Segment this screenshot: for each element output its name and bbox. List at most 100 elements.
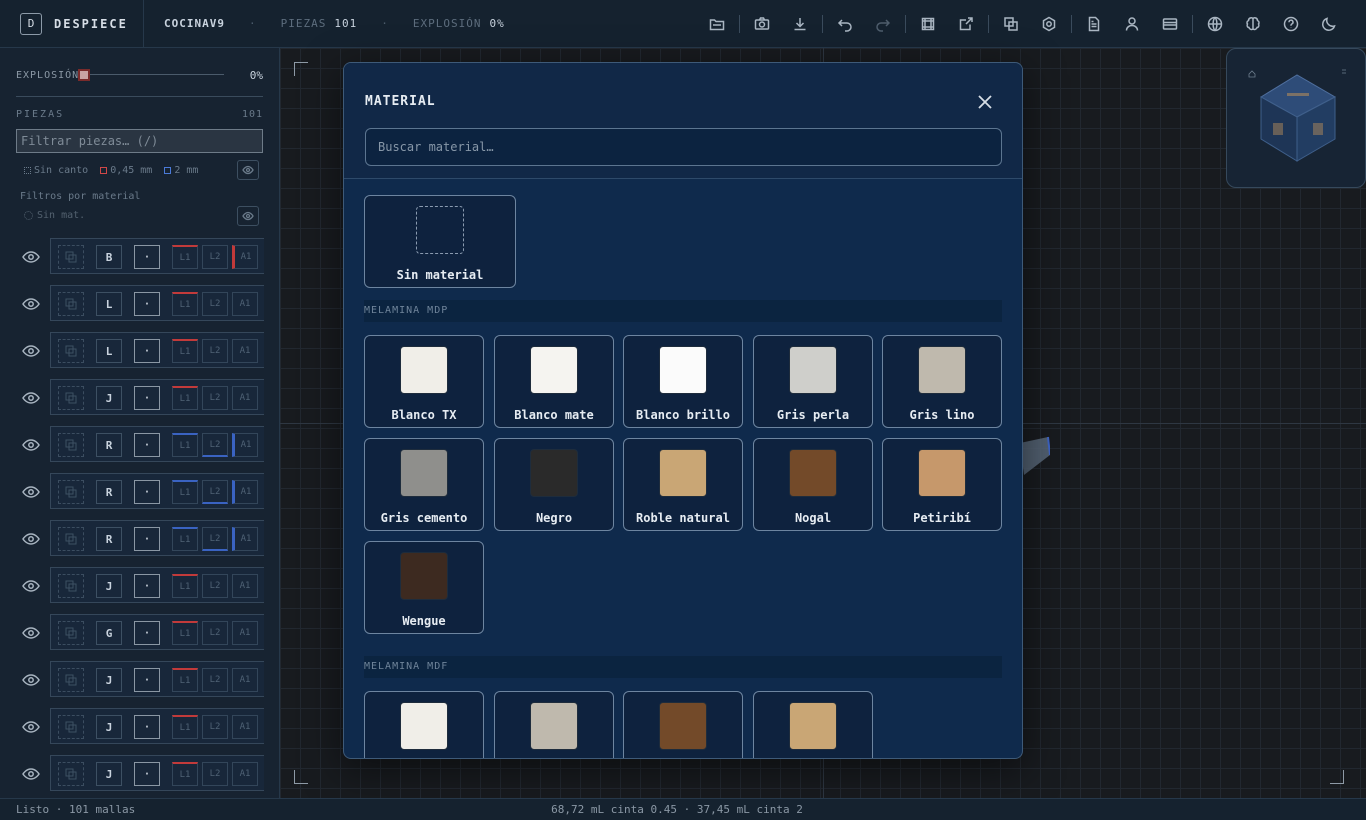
visibility-toggle-eye-icon[interactable] bbox=[22, 625, 42, 639]
piece-row[interactable]: B · L1 L2 A1 bbox=[0, 238, 279, 285]
piece-material-dot[interactable]: · bbox=[134, 292, 160, 316]
material-option[interactable]: Gris perla bbox=[753, 335, 873, 428]
moon-icon[interactable] bbox=[1310, 8, 1348, 40]
open-folder-icon[interactable] bbox=[698, 8, 736, 40]
edge-a1[interactable]: A1 bbox=[232, 480, 258, 504]
piece-row[interactable]: J · L1 L2 A1 bbox=[0, 661, 279, 708]
piece-row[interactable]: L · L1 L2 A1 bbox=[0, 285, 279, 332]
edge-l1[interactable]: L1 bbox=[172, 480, 198, 504]
piece-row[interactable]: R · L1 L2 A1 bbox=[0, 473, 279, 520]
close-button[interactable] bbox=[972, 89, 998, 115]
material-option[interactable]: Blanco TX bbox=[364, 691, 484, 758]
piece-material-dot[interactable]: · bbox=[134, 715, 160, 739]
camera-icon[interactable] bbox=[743, 8, 781, 40]
brand[interactable]: D DESPIECE bbox=[0, 0, 144, 48]
visibility-toggle-eye-icon[interactable] bbox=[22, 390, 42, 404]
filter-pieces-input[interactable] bbox=[16, 129, 263, 153]
piece-material-dot[interactable]: · bbox=[134, 621, 160, 645]
piece-card[interactable]: L · L1 L2 A1 bbox=[50, 285, 264, 321]
piece-card[interactable]: J · L1 L2 A1 bbox=[50, 567, 264, 603]
piece-row[interactable]: J · L1 L2 A1 bbox=[0, 755, 279, 798]
material-option[interactable]: Gris lino bbox=[494, 691, 614, 758]
piece-type-code[interactable]: G bbox=[96, 621, 122, 645]
material-option[interactable]: Gris lino bbox=[882, 335, 1002, 428]
edge-a1[interactable]: A1 bbox=[232, 339, 258, 363]
piece-type-code[interactable]: B bbox=[96, 245, 122, 269]
explode-slider-handle[interactable] bbox=[78, 69, 90, 81]
visibility-toggle-eye-icon[interactable] bbox=[22, 249, 42, 263]
edge-a1[interactable]: A1 bbox=[232, 621, 258, 645]
hexagon-icon[interactable] bbox=[1030, 8, 1068, 40]
edge-l2[interactable]: L2 bbox=[202, 339, 228, 363]
piece-card[interactable]: B · L1 L2 A1 bbox=[50, 238, 264, 274]
visibility-toggle-eye-icon[interactable] bbox=[22, 484, 42, 498]
piece-type-code[interactable]: J bbox=[96, 574, 122, 598]
piece-card[interactable]: R · L1 L2 A1 bbox=[50, 426, 264, 462]
export-icon[interactable] bbox=[947, 8, 985, 40]
edge-a1[interactable]: A1 bbox=[232, 527, 258, 551]
edge-l1[interactable]: L1 bbox=[172, 715, 198, 739]
piece-material-dot[interactable]: · bbox=[134, 668, 160, 692]
material-option[interactable]: Gris cemento bbox=[364, 438, 484, 531]
edge-l1[interactable]: L1 bbox=[172, 621, 198, 645]
edge-l1[interactable]: L1 bbox=[172, 433, 198, 457]
piece-material-dot[interactable]: · bbox=[134, 433, 160, 457]
toggle-edges-visibility-button[interactable] bbox=[237, 160, 259, 180]
piece-row[interactable]: J · L1 L2 A1 bbox=[0, 708, 279, 755]
piece-type-code[interactable]: J bbox=[96, 762, 122, 786]
layers-icon[interactable] bbox=[992, 8, 1030, 40]
piece-row[interactable]: R · L1 L2 A1 bbox=[0, 520, 279, 567]
piece-row[interactable]: L · L1 L2 A1 bbox=[0, 332, 279, 379]
edge-l1[interactable]: L1 bbox=[172, 339, 198, 363]
piece-row[interactable]: J · L1 L2 A1 bbox=[0, 567, 279, 614]
piece-material-dot[interactable]: · bbox=[134, 480, 160, 504]
edge-a1[interactable]: A1 bbox=[232, 762, 258, 786]
edge-l1[interactable]: L1 bbox=[172, 527, 198, 551]
redo-icon[interactable] bbox=[864, 8, 902, 40]
material-search-input[interactable] bbox=[365, 128, 1002, 166]
visibility-toggle-eye-icon[interactable] bbox=[22, 343, 42, 357]
piece-type-code[interactable]: R bbox=[96, 433, 122, 457]
edge-a1[interactable]: A1 bbox=[232, 292, 258, 316]
edge-l1[interactable]: L1 bbox=[172, 386, 198, 410]
user-icon[interactable] bbox=[1113, 8, 1151, 40]
undo-icon[interactable] bbox=[826, 8, 864, 40]
material-filter-none[interactable]: Sin mat. bbox=[24, 210, 85, 221]
piece-card[interactable]: L · L1 L2 A1 bbox=[50, 332, 264, 368]
edge-l2[interactable]: L2 bbox=[202, 621, 228, 645]
view-cube[interactable] bbox=[1226, 48, 1366, 188]
edge-l1[interactable]: L1 bbox=[172, 245, 198, 269]
material-option[interactable]: Roble natural bbox=[753, 691, 873, 758]
material-option[interactable]: Wengue bbox=[364, 541, 484, 634]
material-option[interactable]: Petiribí bbox=[882, 438, 1002, 531]
help-icon[interactable] bbox=[1272, 8, 1310, 40]
piece-card[interactable]: G · L1 L2 A1 bbox=[50, 614, 264, 650]
material-option[interactable]: Roble natural bbox=[623, 438, 743, 531]
edge-l2[interactable]: L2 bbox=[202, 762, 228, 786]
piece-card[interactable]: J · L1 L2 A1 bbox=[50, 379, 264, 415]
edge-l1[interactable]: L1 bbox=[172, 574, 198, 598]
edge-l2[interactable]: L2 bbox=[202, 574, 228, 598]
visibility-toggle-eye-icon[interactable] bbox=[22, 437, 42, 451]
visibility-toggle-eye-icon[interactable] bbox=[22, 578, 42, 592]
piece-card[interactable]: R · L1 L2 A1 bbox=[50, 520, 264, 556]
material-option[interactable]: Nogal bbox=[753, 438, 873, 531]
piece-material-dot[interactable]: · bbox=[134, 574, 160, 598]
edge-l1[interactable]: L1 bbox=[172, 292, 198, 316]
toggle-material-visibility-button[interactable] bbox=[237, 206, 259, 226]
visibility-toggle-eye-icon[interactable] bbox=[22, 531, 42, 545]
material-option[interactable]: Blanco TX bbox=[364, 335, 484, 428]
edge-a1[interactable]: A1 bbox=[232, 386, 258, 410]
piece-type-code[interactable]: L bbox=[96, 339, 122, 363]
edge-a1[interactable]: A1 bbox=[232, 668, 258, 692]
edge-a1[interactable]: A1 bbox=[232, 433, 258, 457]
download-icon[interactable] bbox=[781, 8, 819, 40]
material-option[interactable]: Blanco mate bbox=[494, 335, 614, 428]
visibility-toggle-eye-icon[interactable] bbox=[22, 766, 42, 780]
material-option[interactable]: Negro bbox=[494, 438, 614, 531]
edge-l2[interactable]: L2 bbox=[202, 527, 228, 551]
piece-card[interactable]: J · L1 L2 A1 bbox=[50, 755, 264, 791]
piece-type-code[interactable]: J bbox=[96, 386, 122, 410]
piece-material-dot[interactable]: · bbox=[134, 527, 160, 551]
material-option-none[interactable]: Sin material bbox=[364, 195, 516, 288]
